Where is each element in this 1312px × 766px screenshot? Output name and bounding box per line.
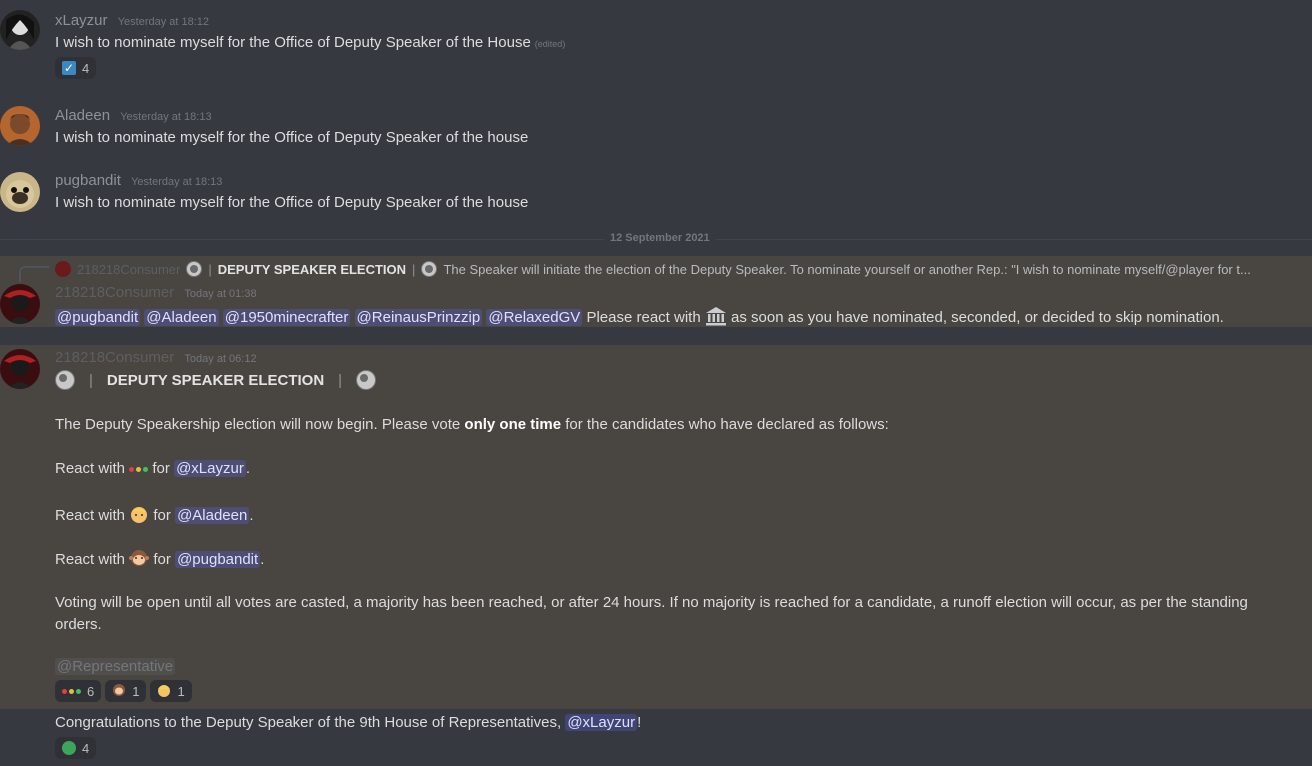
reaction-check[interactable]: ✓ 4 [55,57,97,79]
monkey-icon [112,683,126,700]
text-segment: React with [55,460,126,477]
aye-badge-icon [62,741,76,755]
government-seal-icon [55,370,75,390]
message-text: as soon as you have nominated, seconded,… [731,309,1224,326]
username[interactable]: Aladeen [55,107,110,124]
user-mention[interactable]: @Aladeen [175,507,250,524]
avatar-image [4,355,36,389]
message-body: @pugbandit @Aladeen @1950minecrafter @Re… [55,306,1224,330]
message-text: Please react with [586,309,701,326]
timestamp: Yesterday at 18:12 [117,16,210,28]
role-mention-wrap: @Representative [55,658,176,675]
avatar[interactable] [0,10,40,50]
avatar-image [6,114,34,146]
reaction-blond-person[interactable]: 1 [150,680,192,702]
user-mention[interactable]: @ReinausPrinzzip [354,309,483,326]
reaction-monkey[interactable]: 1 [105,680,147,702]
text-segment: for [153,507,171,524]
user-mention[interactable]: @RelaxedGV [486,309,583,326]
avatar[interactable] [0,172,40,212]
avatar-image [6,14,34,50]
reply-author: 218218Consumer [77,261,181,277]
avatar[interactable] [0,106,40,146]
government-seal-icon [356,370,377,390]
message-body: I wish to nominate myself for the Office… [55,129,529,146]
reaction-count: 4 [82,60,90,76]
traffic-dots-icon [62,688,81,694]
user-mention[interactable]: @pugbandit [55,309,141,326]
reply-title: DEPUTY SPEAKER ELECTION [217,261,407,277]
avatar-image [6,180,34,208]
embed-header: | DEPUTY SPEAKER ELECTION | [55,370,377,390]
edited-label: (edited) [534,39,566,49]
timestamp: Yesterday at 18:13 [120,111,212,123]
user-mention[interactable]: @1950minecrafter [222,309,351,326]
monkey-icon [129,548,150,572]
blond-person-icon [157,683,171,700]
government-seal-icon [421,261,438,277]
timestamp: Yesterday at 18:13 [131,176,223,188]
text-segment: The Deputy Speakership election will now… [55,416,465,433]
text-segment: orders. [55,616,102,633]
candidate-line: React with for @pugbandit. [55,548,264,572]
text-segment: React with [55,507,126,524]
check-box-icon: ✓ [62,61,76,75]
role-mention[interactable]: @Representative [55,658,176,675]
candidate-line: React with for @Aladeen. [55,504,254,528]
username[interactable]: 218218Consumer [55,349,174,366]
text-segment: React with [55,551,126,568]
message-body: I wish to nominate myself for the Office… [55,34,531,51]
timestamp: Today at 06:12 [184,353,257,365]
text-segment: for the candidates who have declared as … [561,416,889,433]
reply-avatar-icon [55,261,71,277]
user-mention[interactable]: @Aladeen [144,309,219,326]
traffic-dots-icon [129,466,149,472]
bold-text: only one time [464,416,562,433]
candidate-line: React with for @xLayzur. [55,460,250,477]
reaction-bar: 6 1 1 [55,680,192,702]
username[interactable]: pugbandit [55,172,121,189]
reply-preview[interactable]: 218218Consumer | DEPUTY SPEAKER ELECTION… [55,261,1251,277]
avatar[interactable] [0,284,40,324]
message-body: I wish to nominate myself for the Office… [55,194,529,211]
user-mention[interactable]: @xLayzur [565,714,638,731]
reaction-count: 1 [132,683,140,699]
separator: | [412,261,416,277]
reply-spine [19,266,49,282]
reaction-count: 1 [177,683,185,699]
username[interactable]: xLayzur [55,12,108,29]
text-segment: for [153,551,171,568]
separator: | [89,371,93,389]
user-mention[interactable]: @xLayzur [174,460,246,477]
message-text: I wish to nominate myself for the Office… [55,34,565,51]
intro-text: The Deputy Speakership election will now… [55,416,889,433]
text-segment: Congratulations to the Deputy Speaker of… [55,714,566,731]
reply-text: The Speaker will initiate the election o… [443,261,1251,277]
reaction-count: 4 [82,740,90,756]
message-body: Congratulations to the Deputy Speaker of… [55,714,641,731]
government-seal-icon [186,261,203,277]
embed-title: DEPUTY SPEAKER ELECTION [106,371,325,389]
text-segment: ! [637,714,642,731]
classical-building-icon [705,306,727,330]
date-divider: 12 September 2021 [604,232,716,244]
avatar[interactable] [0,349,40,389]
timestamp: Today at 01:38 [184,288,257,300]
separator: | [338,371,343,389]
reaction-count: 6 [87,683,95,699]
separator: | [208,261,212,277]
reaction-traffic-dots[interactable]: 6 [55,680,102,702]
text-segment: for [152,460,170,477]
blond-person-icon [129,504,149,528]
user-mention[interactable]: @pugbandit [175,551,261,568]
text-segment: Voting will be open until all votes are … [55,594,1248,611]
avatar-image [4,290,36,324]
reaction-aye[interactable]: 4 [55,737,97,759]
voting-text: Voting will be open until all votes are … [55,592,1285,636]
username[interactable]: 218218Consumer [55,284,174,301]
